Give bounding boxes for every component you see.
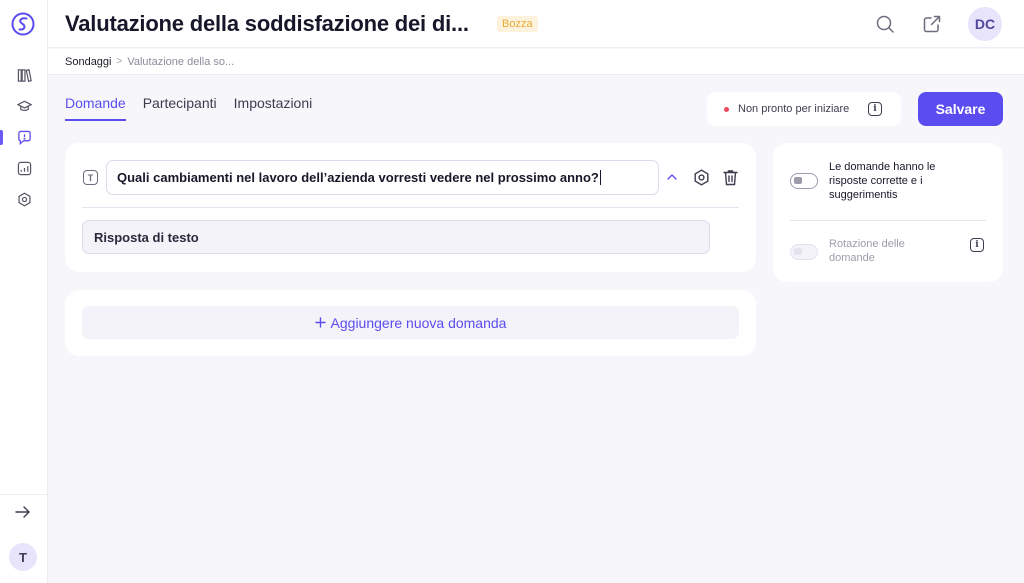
- page-title: Valutazione della soddisfazione dei di..…: [65, 11, 469, 36]
- arrow-right-icon[interactable]: [14, 504, 32, 520]
- tab-questions[interactable]: Domande: [65, 95, 126, 121]
- tab-participants[interactable]: Partecipanti: [143, 95, 217, 121]
- sidebar-item-settings[interactable]: [0, 184, 48, 215]
- user-avatar[interactable]: T: [9, 543, 37, 571]
- sidebar-item-courses[interactable]: [0, 91, 48, 122]
- sidebar-divider: [0, 494, 48, 495]
- external-link-icon[interactable]: [922, 14, 942, 34]
- search-icon[interactable]: [875, 14, 895, 34]
- toggle-knob: [794, 248, 802, 255]
- status-badge: Bozza: [497, 16, 538, 32]
- toggle-knob: [794, 177, 802, 184]
- rotation-label: Rotazione delle domande: [829, 238, 905, 264]
- text-caret: [599, 170, 601, 185]
- info-icon[interactable]: i: [970, 238, 984, 252]
- tab-settings[interactable]: Impostazioni: [234, 95, 313, 121]
- breadcrumb-current: Valutazione della so...: [127, 55, 235, 68]
- chevron-up-icon[interactable]: [666, 172, 678, 182]
- info-icon[interactable]: i: [868, 102, 882, 116]
- question-card: T Quali cambiamenti nel lavoro dell’azie…: [65, 143, 756, 272]
- library-icon: [17, 69, 32, 82]
- tab-bar: Domande Partecipanti Impostazioni: [65, 95, 312, 121]
- rotation-toggle[interactable]: [790, 244, 818, 260]
- add-question-button[interactable]: Aggiungere nuova domanda: [82, 306, 739, 339]
- question-input[interactable]: Quali cambiamenti nel lavoro dell’aziend…: [106, 160, 659, 195]
- save-button[interactable]: Salvare: [918, 92, 1003, 126]
- sidebar-item-analytics[interactable]: [0, 153, 48, 184]
- avatar[interactable]: DC: [968, 7, 1002, 41]
- answer-type-field[interactable]: Risposta di testo: [82, 220, 710, 254]
- top-header: Valutazione della soddisfazione dei di..…: [48, 0, 1024, 48]
- question-divider: [82, 207, 739, 208]
- add-question-card: Aggiungere nuova domanda: [65, 290, 756, 356]
- breadcrumb-root[interactable]: Sondaggi: [65, 56, 112, 68]
- settings-hex-icon: [17, 192, 31, 207]
- sidebar-item-surveys[interactable]: [0, 122, 48, 153]
- status-dot: [724, 106, 729, 112]
- plus-icon: [314, 317, 326, 328]
- sidebar: T: [0, 0, 48, 583]
- status-text: Non pronto per iniziare: [738, 103, 850, 115]
- question-text: Quali cambiamenti nel lavoro dell’aziend…: [117, 170, 599, 185]
- options-divider: [790, 220, 986, 221]
- analytics-icon: [17, 161, 31, 176]
- trash-icon[interactable]: [723, 169, 738, 186]
- correct-answers-label: Le domande hanno le risposte corrette e …: [829, 161, 936, 201]
- text-type-icon: T: [83, 170, 98, 185]
- sidebar-item-library[interactable]: [0, 60, 48, 91]
- breadcrumb-separator: >: [116, 56, 123, 67]
- settings-icon[interactable]: [693, 169, 710, 186]
- survey-icon: [17, 130, 31, 145]
- sidebar-nav: [0, 60, 48, 215]
- add-question-label: Aggiungere nuova domanda: [330, 314, 507, 331]
- readiness-status: Non pronto per iniziare i: [707, 92, 901, 126]
- survey-options-card: Le domande hanno le risposte corrette e …: [773, 143, 1003, 282]
- breadcrumb: Sondaggi > Valutazione della so...: [48, 49, 1024, 75]
- correct-answers-toggle[interactable]: [790, 173, 818, 189]
- app-logo-icon[interactable]: [11, 12, 35, 36]
- graduation-cap-icon: [16, 100, 32, 111]
